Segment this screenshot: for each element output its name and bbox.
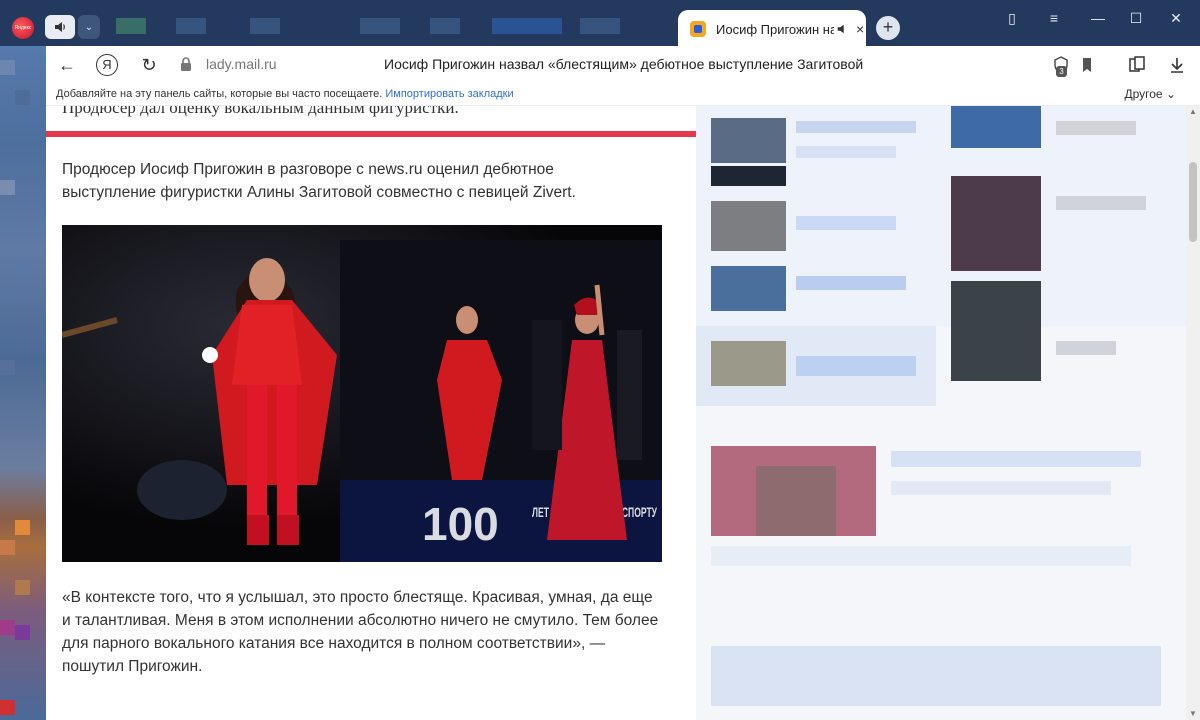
blurred-tab	[492, 18, 562, 34]
blurred-tab	[430, 18, 460, 34]
blurred-tab	[116, 18, 146, 34]
new-tab-button[interactable]: +	[876, 16, 900, 40]
chevron-down-icon: ⌄	[1165, 87, 1176, 101]
protect-badge: 3	[1056, 66, 1067, 77]
yandex-button[interactable]: Я	[96, 54, 118, 76]
url-field[interactable]: lady.mail.ru	[206, 56, 277, 72]
tab-bar: Яндекс ⌄ Иосиф Пригожин на × + ▯ ≡ — ☐ ✕	[0, 0, 1200, 48]
tab-title: Иосиф Пригожин на	[716, 21, 834, 37]
bookmarks-panel-icon[interactable]: ▯	[1002, 8, 1022, 28]
other-bookmarks-label: Другое	[1124, 87, 1163, 101]
scrollbar-thumb[interactable]	[1189, 162, 1197, 242]
back-button[interactable]: ←	[54, 53, 80, 77]
maximize-button[interactable]: ☐	[1126, 8, 1146, 28]
speaker-icon	[55, 22, 65, 32]
import-bookmarks-link[interactable]: Импортировать закладки	[385, 88, 513, 100]
browser-window: ← Я ↻ lady.mail.ru Иосиф Пригожин назвал…	[46, 46, 1200, 720]
red-divider	[46, 131, 696, 137]
other-bookmarks-button[interactable]: Другое ⌄	[1124, 87, 1176, 101]
blurred-tab	[176, 18, 206, 34]
app-logo[interactable]: Яндекс	[12, 17, 34, 39]
minimize-button[interactable]: —	[1088, 8, 1108, 28]
desktop-background	[0, 0, 46, 720]
bookmark-icon[interactable]	[1076, 54, 1098, 76]
page-scrollbar[interactable]: ▲ ▼	[1186, 106, 1200, 720]
sidebar-blurred-content	[696, 106, 1186, 720]
lock-icon[interactable]	[179, 56, 193, 72]
site-favicon-icon	[690, 21, 706, 37]
article-paragraph: «В контексте того, что я услышал, это пр…	[62, 589, 659, 675]
chevron-down-icon[interactable]: ⌄	[78, 15, 100, 39]
blurred-tab	[360, 18, 400, 34]
sound-button[interactable]	[45, 15, 75, 39]
article-subheading: Продюсер дал оценку вокальным данным фиг…	[62, 106, 459, 117]
tab-close-button[interactable]: ×	[856, 21, 864, 37]
close-window-button[interactable]: ✕	[1166, 8, 1186, 28]
blurred-tab	[580, 18, 620, 34]
reload-button[interactable]: ↻	[136, 53, 162, 77]
blurred-tab	[250, 18, 280, 34]
article: Продюсер дал оценку вокальным данным фиг…	[46, 106, 696, 720]
page-title: Иосиф Пригожин назвал «блестящим» дебютн…	[384, 56, 864, 72]
menu-icon[interactable]: ≡	[1044, 8, 1064, 28]
collections-icon[interactable]	[1126, 54, 1148, 76]
address-bar: ← Я ↻ lady.mail.ru Иосиф Пригожин назвал…	[46, 46, 1200, 84]
article-photo[interactable]: 100 ЛЕТ МОСКОВСКОМУ СПОРТУ	[62, 225, 662, 562]
article-paragraph: Продюсер Иосиф Пригожин в разговоре с ne…	[62, 161, 576, 201]
concert-photo-illustration: 100 ЛЕТ МОСКОВСКОМУ СПОРТУ	[62, 225, 662, 562]
download-icon[interactable]	[1166, 54, 1188, 76]
scroll-up-icon[interactable]: ▲	[1186, 106, 1200, 118]
tab-audio-icon[interactable]	[836, 23, 848, 35]
bookmarks-hint: Добавляйте на эту панель сайты, которые …	[56, 88, 514, 100]
bookmarks-bar: Добавляйте на эту панель сайты, которые …	[46, 84, 1200, 106]
photo-banner-number: 100	[422, 498, 499, 550]
tab-active[interactable]: Иосиф Пригожин на ×	[678, 10, 866, 48]
scroll-down-icon[interactable]: ▼	[1186, 708, 1200, 720]
bookmarks-hint-text: Добавляйте на эту панель сайты, которые …	[56, 88, 383, 100]
